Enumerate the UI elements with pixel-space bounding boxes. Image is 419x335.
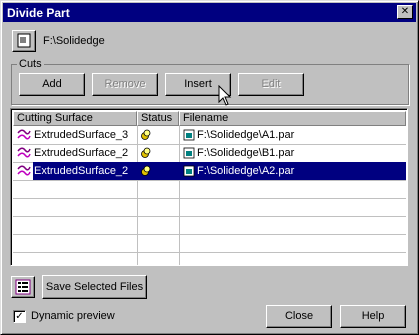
window-title: Divide Part [7,6,70,20]
extruded-surface-icon [17,129,31,140]
edit-button-label: Edit [261,78,281,90]
list-options-icon [15,279,31,295]
status-ok-icon [141,165,151,176]
status-cell [137,162,179,180]
window-close-button[interactable]: ✕ [397,5,413,19]
cutting-surface-cell: ExtrudedSurface_3 [34,129,129,141]
filename-cell: F:\Solidedge\A2.par [197,165,295,177]
grid-line [13,180,406,181]
title-bar[interactable]: Divide Part ✕ [3,3,416,22]
dynamic-preview-checkbox[interactable]: ✓ [13,310,26,323]
divide-part-dialog: Divide Part ✕ F:\Solidedge Cuts Add Remo… [0,0,419,335]
remove-button-label: Remove [104,78,146,90]
grid-line [13,252,406,253]
insert-button-label: Insert [184,78,212,90]
close-button-label: Close [284,310,314,322]
grid-line [13,216,406,217]
path-label: F:\Solidedge [43,35,105,47]
add-button-label: Add [42,78,62,90]
dynamic-preview-label: Dynamic preview [31,310,115,322]
column-header-cutting-surface[interactable]: Cutting Surface [13,111,137,126]
grid-line [13,234,406,235]
cutting-surface-cell: ExtrudedSurface_2 [34,147,129,159]
status-ok-icon [141,129,151,140]
grid-line [13,198,406,199]
part-file-icon [183,147,195,159]
help-button-label: Help [361,310,385,322]
mouse-pointer-icon [218,85,232,106]
table-row-selected[interactable]: ExtrudedSurface_2 F:\Solidedge\A2.par [13,162,406,180]
column-header-filename[interactable]: Filename [179,111,406,126]
part-file-icon [183,165,195,177]
table-header: Cutting Surface Status Filename [13,111,406,126]
extruded-surface-icon [17,165,31,176]
save-selected-files-label: Save Selected Files [45,281,144,293]
remove-button[interactable]: Remove [92,73,158,96]
filename-cell: F:\Solidedge\A1.par [197,129,295,141]
help-button[interactable]: Help [340,305,406,328]
list-options-button[interactable] [11,276,35,298]
cutting-surface-cell: ExtrudedSurface_2 [33,162,137,180]
filename-cell-bg: F:\Solidedge\A2.par [179,162,406,180]
cuts-table[interactable]: Cutting Surface Status Filename Extruded… [10,108,408,266]
column-header-status[interactable]: Status [137,111,179,126]
status-ok-icon [141,147,151,158]
add-button[interactable]: Add [19,73,85,96]
edit-button[interactable]: Edit [238,73,304,96]
part-file-icon[interactable] [12,30,36,52]
part-file-icon-graphic [17,33,31,48]
table-row[interactable]: ExtrudedSurface_2 F:\Solidedge\B1.par [13,144,406,162]
table-row[interactable]: ExtrudedSurface_3 F:\Solidedge\A1.par [13,126,406,144]
filename-cell: F:\Solidedge\B1.par [197,147,295,159]
cuts-group-label: Cuts [17,58,44,70]
part-file-icon [183,129,195,141]
save-selected-files-button[interactable]: Save Selected Files [42,275,147,299]
close-button[interactable]: Close [266,305,332,328]
extruded-surface-icon [17,147,31,158]
